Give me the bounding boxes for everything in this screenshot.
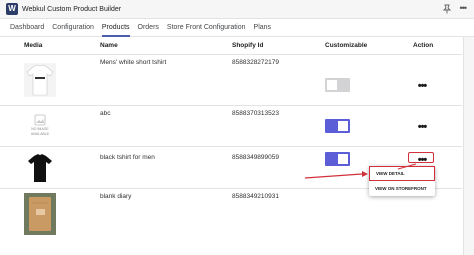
app-nav: Dashboard Configuration Products Orders … [0, 19, 474, 37]
toggle-knob [327, 80, 337, 90]
tab-dashboard[interactable]: Dashboard [6, 19, 48, 36]
app-title: Webkul Custom Product Builder [22, 5, 122, 13]
no-image-placeholder [24, 110, 56, 142]
toggle-knob [338, 121, 348, 131]
header-action: Action [413, 42, 434, 49]
table-row[interactable]: blank diary 8588349210931 [0, 189, 462, 237]
shopify-id: 8588328272179 [232, 59, 279, 66]
no-image-caption: NO IMAGE AVAILABLE [30, 127, 50, 136]
header-name: Name [100, 42, 118, 49]
tab-configuration[interactable]: Configuration [48, 19, 98, 36]
white-tshirt-image [24, 63, 56, 97]
app-logo-icon: W [6, 3, 18, 15]
app-titlebar: W Webkul Custom Product Builder ••• [0, 0, 474, 19]
row-actions-button[interactable]: ••• [413, 81, 431, 93]
blank-diary-image [24, 193, 56, 235]
header-shopify-id: Shopify Id [232, 42, 264, 49]
product-name: Mens' white short tshirt [100, 59, 167, 66]
customizable-toggle[interactable] [325, 78, 350, 92]
menu-item-view-detail[interactable]: VIEW DETAIL [369, 166, 435, 181]
product-name: black tshirt for men [100, 154, 155, 161]
header-media: Media [24, 42, 43, 49]
tab-plans[interactable]: Plans [250, 19, 276, 36]
row-actions-menu: VIEW DETAIL VIEW ON STOREFRONT [369, 166, 435, 196]
shopify-id: 8588370313523 [232, 110, 279, 117]
black-tshirt-image [24, 152, 56, 184]
table-row[interactable]: NO IMAGE AVAILABLE abc 8588370313523 ••• [0, 106, 462, 147]
menu-item-view-on-storefront[interactable]: VIEW ON STOREFRONT [369, 181, 435, 196]
tab-store-front-configuration[interactable]: Store Front Configuration [163, 19, 250, 36]
tab-products[interactable]: Products [98, 19, 134, 37]
more-horizontal-icon[interactable]: ••• [460, 3, 468, 13]
row-actions-button[interactable]: ••• [413, 122, 431, 134]
customizable-toggle[interactable] [325, 152, 350, 166]
table-row[interactable]: Mens' white short tshirt 8588328272179 •… [0, 55, 462, 106]
products-table: Media Name Shopify Id Customizable Actio… [0, 37, 462, 237]
right-scroll-rail[interactable] [463, 37, 474, 255]
product-name: abc [100, 110, 111, 117]
header-customizable: Customizable [325, 42, 368, 49]
pin-icon[interactable] [442, 4, 452, 14]
table-header: Media Name Shopify Id Customizable Actio… [0, 37, 462, 55]
product-name: blank diary [100, 193, 132, 200]
shopify-id: 8588349210931 [232, 193, 279, 200]
toggle-knob [338, 154, 348, 164]
customizable-toggle[interactable] [325, 119, 350, 133]
tab-orders[interactable]: Orders [134, 19, 163, 36]
shopify-id: 8588349899059 [232, 154, 279, 161]
